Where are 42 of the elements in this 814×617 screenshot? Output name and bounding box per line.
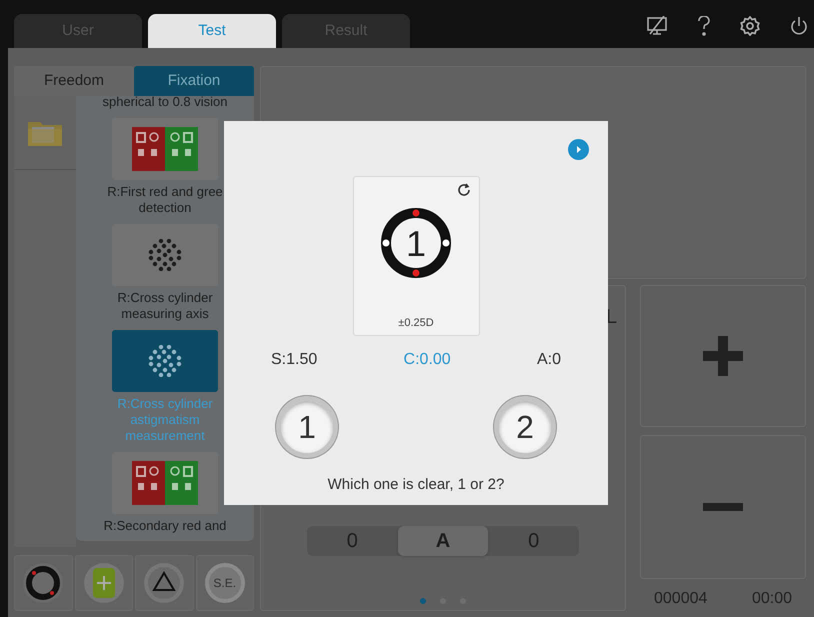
plus-button[interactable]	[640, 285, 806, 427]
mode-tab[interactable]: Freedom	[14, 66, 134, 96]
reading-value: S:1.50	[271, 350, 318, 370]
ring-icon	[22, 562, 64, 604]
duochrome-chart-icon	[132, 461, 198, 505]
program-label: R:First red and gree detection	[106, 184, 224, 216]
duochrome-chart-icon	[132, 127, 198, 171]
reading-value: A:0	[536, 350, 561, 370]
axis-value[interactable]: A	[398, 526, 488, 556]
program-label: spherical to 0.8 vision	[101, 96, 228, 110]
program-label: R:Cross cylinder astigmatism measurement	[116, 396, 214, 444]
plus-icon	[703, 336, 743, 376]
reading-value: C:0.00	[404, 350, 451, 370]
help-icon[interactable]	[698, 16, 710, 36]
program-card[interactable]	[112, 118, 218, 180]
record-counter: 000004	[654, 589, 708, 609]
program-card[interactable]	[112, 452, 218, 514]
ring-chart-drawing: 1	[380, 207, 452, 279]
mode-tab[interactable]: Fixation	[134, 66, 254, 96]
dot-pattern-icon	[148, 345, 182, 377]
choice-button[interactable]: 1	[276, 396, 338, 458]
tool-button[interactable]	[14, 555, 72, 611]
battery-plus-icon	[82, 562, 125, 604]
screen-off-icon[interactable]	[646, 16, 668, 36]
program-card[interactable]	[112, 330, 218, 392]
program-card[interactable]	[112, 224, 218, 286]
question-text: Which one is clear, 1 or 2?	[328, 475, 504, 495]
dot-pattern-icon	[148, 239, 182, 271]
minus-icon	[703, 503, 743, 511]
play-icon[interactable]	[568, 139, 589, 160]
refresh-icon[interactable]	[456, 183, 470, 197]
tab[interactable]: Test	[148, 14, 276, 48]
program-label: R:Cross cylinder measuring axis	[116, 290, 214, 322]
spherical-equivalent-label: S.E.	[204, 563, 245, 603]
tool-button[interactable]: S.E.	[196, 555, 254, 611]
power-icon[interactable]	[790, 16, 808, 36]
tool-button[interactable]	[135, 555, 194, 611]
chart-label: ±0.25D	[398, 316, 434, 330]
choice-button[interactable]: 2	[494, 396, 556, 458]
timer-text: 00:00	[752, 589, 792, 609]
program-label: R:Secondary red and	[102, 518, 228, 534]
settings-icon[interactable]	[740, 16, 760, 36]
